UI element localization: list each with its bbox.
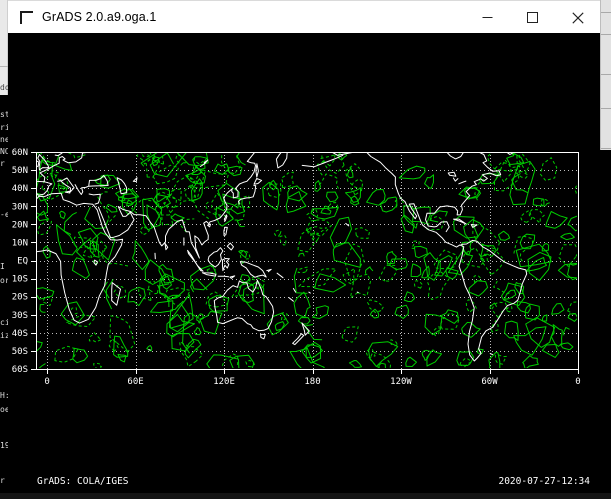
lat-label: 20S (12, 293, 28, 303)
lat-label: 40N (12, 184, 28, 194)
grads-window: GrADS 2.0.a9.oga.1 (8, 0, 600, 493)
lat-label: 30N (12, 202, 28, 212)
terminal-text-fragment: iz (0, 331, 8, 340)
title-bar[interactable]: GrADS 2.0.a9.oga.1 (8, 0, 600, 33)
lat-label: 60S (12, 365, 28, 375)
background-window-divider (601, 148, 611, 149)
terminal-text-fragment: H: (0, 391, 8, 400)
terminal-text-fragment: NO (0, 147, 8, 156)
minimize-button[interactable] (465, 1, 510, 34)
desktop-screen: do. st ri ne NO r -e Ior ci iz H: oe 19 r GrADS 2.0.… (0, 0, 611, 499)
lon-label: 0 (575, 377, 580, 387)
background-window-divider (601, 108, 611, 109)
lat-label: 60N (12, 148, 28, 158)
map-frame (31, 153, 579, 375)
window-title: GrADS 2.0.a9.oga.1 (42, 10, 156, 24)
maximize-button[interactable] (510, 1, 555, 34)
screen-bottom-edge (0, 493, 611, 499)
terminal-text-fragment: st (0, 110, 8, 119)
background-window-rows[interactable] (600, 0, 611, 150)
lat-label: 50N (12, 166, 28, 176)
background-window-text-fragment: do. (0, 83, 8, 92)
lon-label: 0 (44, 377, 49, 387)
grads-drawing-canvas[interactable]: 60N 50N 40N 30N 20N 10N EQ 10S 20S 30S 40S 50S 60S 0 6… (8, 33, 600, 493)
timestamp-stamp: 2020-07-27-12:34 (498, 476, 590, 487)
grads-stamp: GrADS: COLA/IGES (37, 476, 129, 487)
close-icon (572, 12, 584, 24)
terminal-text-fragment: -e (0, 210, 8, 219)
lat-label: 10S (12, 275, 28, 285)
lat-label: EQ (17, 257, 28, 267)
lon-label: 60E (127, 377, 143, 387)
lat-label: 30S (12, 311, 28, 321)
background-window-divider (601, 34, 611, 35)
terminal-text-fragment: ri (0, 123, 8, 132)
lon-label: 120W (390, 377, 412, 387)
lat-label: 40S (12, 329, 28, 339)
terminal-text-fragment: ci (0, 318, 8, 327)
lon-label: 120E (213, 377, 235, 387)
terminal-text-fragment: r (0, 476, 8, 485)
background-window-divider (0, 66, 8, 67)
background-window-right[interactable] (600, 0, 611, 499)
lat-label: 10N (12, 238, 28, 248)
minimize-icon (482, 12, 493, 23)
grads-app-icon (20, 11, 33, 24)
window-controls (465, 1, 600, 34)
lat-label: 50S (12, 347, 28, 357)
terminal-text-fragment: r (0, 159, 8, 168)
terminal-text-fragment: I (0, 262, 8, 271)
lon-label: 60W (481, 377, 498, 387)
background-window-divider (601, 12, 611, 13)
terminal-text-fragment: or (0, 276, 8, 285)
terminal-text-fragment: ne (0, 135, 8, 144)
map-canvas-svg[interactable]: 60N 50N 40N 30N 20N 10N EQ 10S 20S 30S 40S 50S 60S 0 6… (8, 33, 600, 493)
terminal-text-fragment: oe (0, 405, 8, 414)
background-window-edge[interactable]: do. (0, 0, 8, 95)
lon-label: 180 (304, 377, 320, 387)
lat-label: 20N (12, 220, 28, 230)
terminal-text-fragment: 19 (0, 441, 8, 450)
maximize-icon (527, 12, 538, 23)
close-button[interactable] (555, 1, 600, 34)
background-window-divider (601, 74, 611, 75)
background-terminal-window[interactable]: do. st ri ne NO r -e Ior ci iz H: oe 19 r (0, 0, 8, 499)
